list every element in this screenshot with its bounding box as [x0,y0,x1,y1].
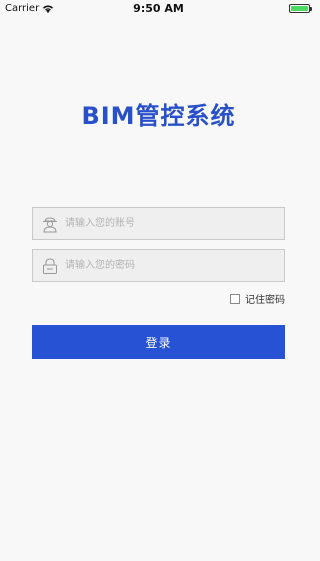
lock-icon [43,257,57,274]
password-field[interactable] [32,249,285,282]
battery-level [291,6,308,11]
remember-checkbox[interactable] [230,293,240,304]
status-bar: Carrier 9:50 AM [0,0,317,18]
remember-password[interactable]: 记住密码 [230,291,285,306]
account-field[interactable] [32,207,285,240]
battery-icon [289,4,312,13]
status-time: 9:50 AM [133,2,184,15]
account-input[interactable] [65,208,284,239]
login-button[interactable]: 登录 [32,325,285,359]
battery-tip [310,7,312,11]
password-input[interactable] [65,250,284,281]
remember-label: 记住密码 [245,295,285,306]
app-title: BIM管控系统 [81,102,236,130]
user-icon [43,217,57,232]
